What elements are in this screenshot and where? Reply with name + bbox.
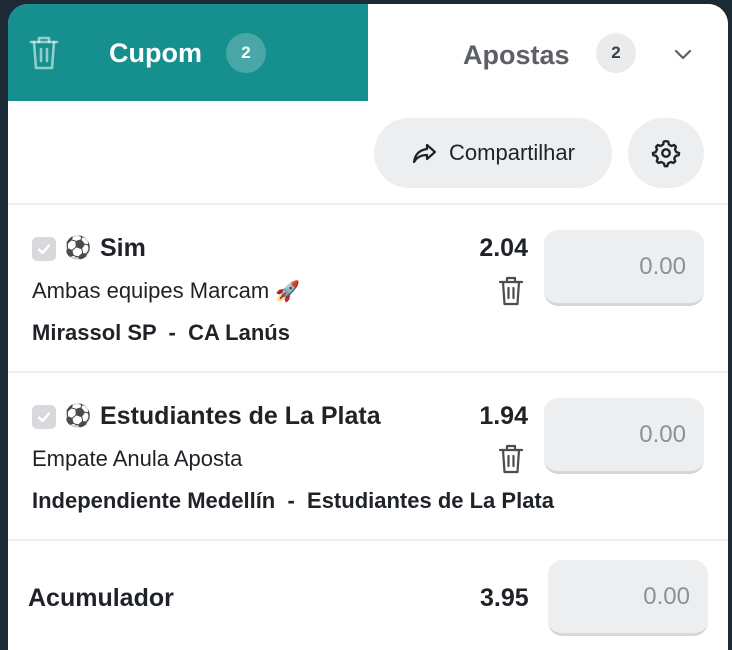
tab-cupom-label: Cupom — [109, 38, 202, 68]
trash-icon[interactable] — [498, 443, 524, 475]
bet-odds: 1.94 — [479, 402, 528, 430]
tab-cupom[interactable]: Cupom 2 — [8, 4, 368, 101]
soccer-ball-icon: ⚽ — [64, 235, 92, 260]
soccer-ball-icon: ⚽ — [64, 403, 92, 428]
trash-icon[interactable] — [28, 34, 60, 72]
bet-match: Mirassol SP - CA Lanús — [32, 320, 290, 345]
trash-icon[interactable] — [498, 275, 524, 307]
bet-match: Independiente Medellín - Estudiantes de … — [32, 488, 554, 513]
tab-apostas-label: Apostas — [463, 40, 570, 70]
stake-input[interactable] — [544, 398, 704, 474]
check-icon — [37, 412, 51, 423]
gear-icon — [651, 139, 681, 168]
share-button-label: Compartilhar — [449, 140, 575, 165]
tab-apostas[interactable]: Apostas 2 — [368, 4, 728, 101]
bet-market: Ambas equipes Marcam 🚀 — [32, 277, 300, 306]
bet-odds: 2.04 — [479, 234, 528, 262]
bet-market: Empate Anula Aposta — [32, 446, 243, 471]
bet-checkbox[interactable] — [32, 405, 56, 429]
share-button[interactable]: Compartilhar — [374, 118, 612, 188]
bet-selection: Sim — [100, 234, 146, 262]
bet-selection: Estudiantes de La Plata — [100, 402, 381, 430]
stake-input[interactable] — [544, 230, 704, 306]
share-icon — [412, 143, 437, 164]
divider — [8, 539, 728, 541]
bet-row: ⚽ Estudiantes de La Plata 1.94 Empate An… — [8, 373, 728, 539]
chevron-down-icon[interactable] — [671, 42, 695, 66]
tab-cupom-count-badge: 2 — [226, 33, 266, 73]
bet-market-label: Ambas equipes Marcam — [32, 278, 270, 303]
accumulator-stake-input[interactable] — [548, 560, 708, 636]
accumulator-odds: 3.95 — [480, 584, 529, 612]
bet-slip-panel: Cupom 2 Apostas 2 Compartilhar ⚽ Sim 2.0… — [8, 4, 728, 650]
tab-apostas-count-badge: 2 — [596, 33, 636, 73]
accumulator-label: Acumulador — [28, 584, 174, 612]
bet-slip-tabs: Cupom 2 Apostas 2 — [8, 4, 728, 101]
bet-row: ⚽ Sim 2.04 Ambas equipes Marcam 🚀 Mirass… — [8, 205, 728, 371]
settings-button[interactable] — [628, 118, 704, 188]
rocket-icon: 🚀 — [275, 281, 301, 303]
check-icon — [37, 244, 51, 255]
bet-checkbox[interactable] — [32, 237, 56, 261]
